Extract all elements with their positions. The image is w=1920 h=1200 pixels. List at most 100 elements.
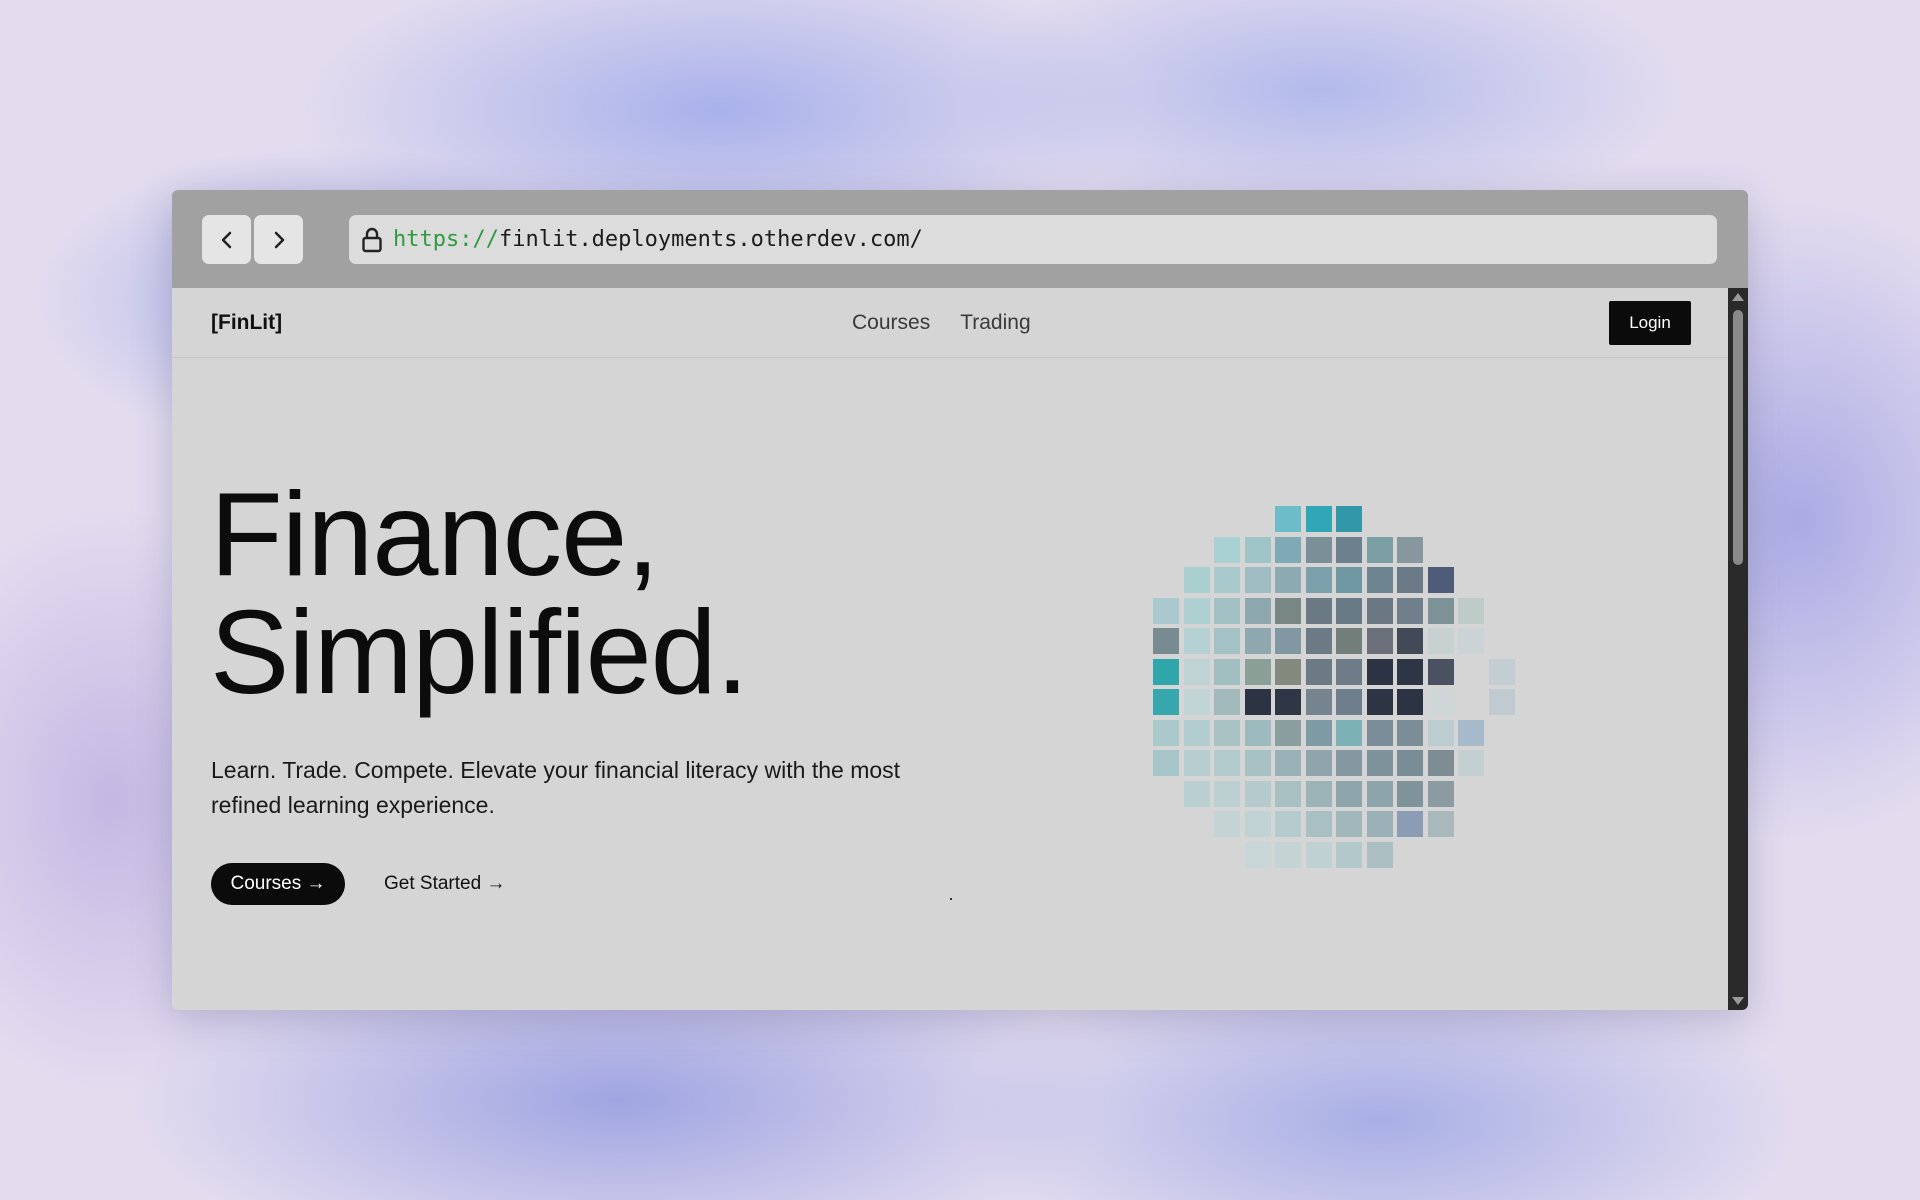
- mosaic-cell: [1305, 750, 1332, 776]
- mosaic-cell: [1275, 689, 1301, 715]
- mosaic-cell: [1275, 506, 1301, 532]
- mosaic-cell: [1153, 750, 1179, 776]
- mosaic-cell: [1153, 689, 1179, 715]
- mosaic-cell: [1244, 567, 1271, 593]
- mosaic-cell: [1427, 719, 1454, 746]
- hero-title-line2: Simplified.: [210, 586, 749, 719]
- mosaic-cell: [1366, 750, 1393, 776]
- mosaic-cell: [1275, 841, 1301, 868]
- mosaic-cell: [1244, 689, 1271, 715]
- mosaic-cell: [1397, 567, 1423, 593]
- mosaic-cell: [1458, 597, 1484, 624]
- mosaic-cell: [1397, 689, 1423, 715]
- mosaic-cell: [1366, 597, 1393, 624]
- url-protocol: https://: [393, 227, 499, 252]
- mosaic-cell: [1427, 750, 1454, 776]
- mosaic-cell: [1275, 719, 1301, 746]
- hero-title: Finance, Simplified.: [210, 468, 749, 719]
- mosaic-cell: [1366, 536, 1393, 563]
- mosaic-cell: [1488, 658, 1515, 685]
- mosaic-cell: [1275, 597, 1301, 624]
- mosaic-cell: [1397, 811, 1423, 837]
- vertical-scrollbar[interactable]: [1728, 288, 1748, 1010]
- hero-title-line1: Finance,: [210, 468, 659, 601]
- mosaic-cell: [1214, 719, 1240, 746]
- browser-toolbar: https://finlit.deployments.otherdev.com/: [172, 190, 1748, 288]
- mosaic-cell: [1305, 719, 1332, 746]
- mosaic-cell: [1336, 567, 1362, 593]
- mosaic-cell: [1336, 536, 1362, 563]
- mosaic-cell: [1336, 658, 1362, 685]
- mosaic-cell: [1427, 628, 1454, 654]
- scroll-thumb[interactable]: [1733, 310, 1743, 565]
- mosaic-cell: [1183, 658, 1210, 685]
- mosaic-cell: [1183, 597, 1210, 624]
- mosaic-cell: [1336, 841, 1362, 868]
- mosaic-cell: [1458, 750, 1484, 776]
- mosaic-cell: [1305, 658, 1332, 685]
- forward-button[interactable]: [254, 215, 303, 264]
- mosaic-cell: [1153, 628, 1179, 654]
- scroll-up-arrow-icon[interactable]: [1732, 293, 1744, 301]
- lock-icon: [361, 227, 383, 253]
- url-host: finlit.deployments.otherdev.com/: [498, 227, 923, 252]
- page-viewport: [FinLit] Courses Trading Login Finance, …: [172, 288, 1728, 1010]
- mosaic-cell: [1305, 567, 1332, 593]
- mosaic-cell: [1214, 658, 1240, 685]
- mosaic-cell: [1397, 536, 1423, 563]
- mosaic-cell: [1397, 780, 1423, 807]
- browser-window: https://finlit.deployments.otherdev.com/…: [172, 190, 1748, 1010]
- site-header: [FinLit] Courses Trading Login: [172, 288, 1728, 358]
- mosaic-cell: [1214, 628, 1240, 654]
- mosaic-cell: [1214, 567, 1240, 593]
- mosaic-cell: [1214, 597, 1240, 624]
- mosaic-cell: [1427, 689, 1454, 715]
- mosaic-cell: [1366, 780, 1393, 807]
- courses-button[interactable]: Courses →: [211, 863, 345, 905]
- mosaic-cell: [1427, 567, 1454, 593]
- mosaic-cell: [1244, 811, 1271, 837]
- nav-link-courses[interactable]: Courses: [852, 311, 930, 335]
- mosaic-cell: [1427, 811, 1454, 837]
- mosaic-cell: [1244, 597, 1271, 624]
- site-logo[interactable]: [FinLit]: [211, 311, 282, 335]
- mosaic-cell: [1183, 780, 1210, 807]
- nav-link-trading[interactable]: Trading: [960, 311, 1030, 335]
- mosaic-cell: [1336, 628, 1362, 654]
- get-started-link[interactable]: Get Started →: [384, 863, 505, 905]
- mosaic-cell: [1275, 536, 1301, 563]
- mosaic-cell: [1366, 719, 1393, 746]
- mosaic-cell: [1244, 536, 1271, 563]
- mosaic-cell: [1366, 567, 1393, 593]
- hero-subtitle: Learn. Trade. Compete. Elevate your fina…: [211, 757, 901, 818]
- mosaic-cell: [1336, 719, 1362, 746]
- mosaic-cell: [1275, 628, 1301, 654]
- mosaic-cell: [1305, 780, 1332, 807]
- mosaic-cell: [1397, 750, 1423, 776]
- mosaic-cell: [1244, 780, 1271, 807]
- mosaic-cell: [1458, 628, 1484, 654]
- login-button[interactable]: Login: [1609, 301, 1691, 345]
- mosaic-cell: [1336, 597, 1362, 624]
- mosaic-cell: [1153, 597, 1179, 624]
- mosaic-cell: [1214, 689, 1240, 715]
- mosaic-cell: [1214, 780, 1240, 807]
- mosaic-cell: [1244, 750, 1271, 776]
- mosaic-cell: [1427, 780, 1454, 807]
- mosaic-cell: [1427, 597, 1454, 624]
- mosaic-cell: [1366, 811, 1393, 837]
- mosaic-cell: [1153, 658, 1179, 685]
- main-nav: Courses Trading: [852, 311, 1031, 335]
- mosaic-cell: [1183, 628, 1210, 654]
- chevron-right-icon: [274, 231, 284, 248]
- mosaic-cell: [1488, 689, 1515, 715]
- chevron-left-icon: [221, 231, 231, 248]
- mosaic-cell: [1305, 811, 1332, 837]
- scroll-down-arrow-icon[interactable]: [1732, 997, 1744, 1005]
- dot-speck: [950, 898, 952, 900]
- mosaic-cell: [1214, 811, 1240, 837]
- mosaic-cell: [1366, 689, 1393, 715]
- mosaic-cell: [1458, 719, 1484, 746]
- address-bar[interactable]: https://finlit.deployments.otherdev.com/: [349, 215, 1717, 264]
- back-button[interactable]: [202, 215, 251, 264]
